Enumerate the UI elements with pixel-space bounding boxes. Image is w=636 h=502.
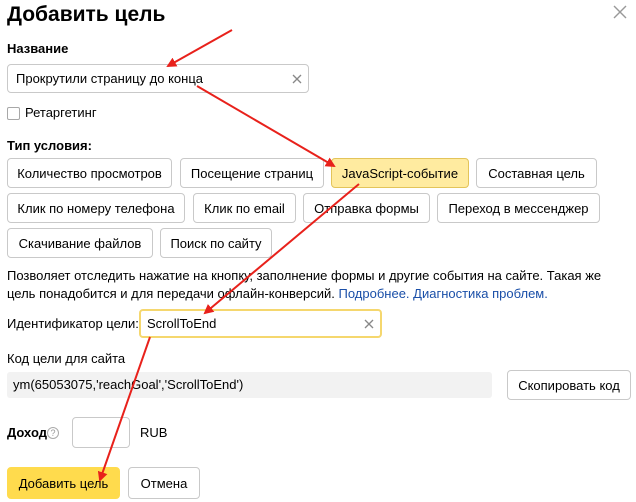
goal-name-input[interactable]: Прокрутили страницу до конца (7, 64, 309, 93)
option-javascript-event[interactable]: JavaScript-событие (331, 158, 469, 188)
info-icon[interactable]: ? (47, 427, 59, 439)
more-link[interactable]: Подробнее. (339, 286, 410, 301)
arrow-to-js-event (196, 85, 336, 168)
option-form-submit[interactable]: Отправка формы (303, 193, 430, 223)
option-composite-goal[interactable]: Составная цель (476, 158, 597, 188)
currency-label: RUB (140, 425, 168, 440)
goal-id-label: Идентификатор цели: (7, 316, 139, 331)
description: Позволяет отследить нажатие на кнопку, з… (7, 267, 629, 303)
goal-name-value: Прокрутили страницу до конца (16, 71, 204, 86)
site-code-box: ym(65053075,'reachGoal','ScrollToEnd') (7, 372, 492, 398)
condition-type-label: Тип условия: (7, 138, 92, 153)
arrow-to-name-field (166, 29, 233, 67)
option-page-views[interactable]: Количество просмотров (7, 158, 172, 188)
close-icon[interactable] (612, 4, 628, 20)
option-messenger[interactable]: Переход в мессенджер (437, 193, 600, 223)
income-label: Доход (7, 425, 47, 440)
option-phone-click[interactable]: Клик по номеру телефона (7, 193, 185, 223)
name-label: Название (7, 41, 69, 56)
site-code-value: ym(65053075,'reachGoal','ScrollToEnd') (13, 377, 244, 392)
income-input[interactable] (72, 417, 130, 448)
option-site-search[interactable]: Поиск по сайту (160, 228, 272, 258)
copy-code-button[interactable]: Скопировать код (507, 370, 631, 400)
option-file-download[interactable]: Скачивание файлов (7, 228, 153, 258)
option-page-visits[interactable]: Посещение страниц (180, 158, 324, 188)
cancel-button[interactable]: Отмена (128, 467, 200, 499)
retargeting-checkbox[interactable] (7, 107, 20, 120)
goal-id-input[interactable]: ScrollToEnd (139, 309, 382, 338)
retargeting-label: Ретаргетинг (25, 105, 97, 120)
site-code-label: Код цели для сайта (7, 351, 126, 366)
goal-id-value: ScrollToEnd (147, 316, 217, 331)
option-email-click[interactable]: Клик по email (193, 193, 296, 223)
add-goal-button[interactable]: Добавить цель (7, 467, 120, 499)
clear-icon[interactable] (290, 72, 304, 86)
diagnostics-link[interactable]: Диагностика проблем. (413, 286, 548, 301)
clear-icon[interactable] (362, 317, 376, 331)
dialog-title: Добавить цель (7, 3, 166, 26)
